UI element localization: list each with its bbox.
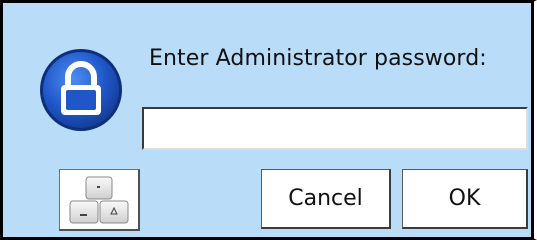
password-dialog: Enter Administrator password: Cancel OK [0, 0, 537, 240]
ok-button[interactable]: OK [402, 169, 528, 229]
keyboard-icon [60, 171, 138, 229]
cancel-button[interactable]: Cancel [261, 169, 391, 229]
virtual-keyboard-button[interactable] [59, 169, 140, 231]
password-input[interactable] [142, 107, 528, 150]
password-prompt: Enter Administrator password: [149, 46, 487, 71]
padlock-icon [38, 47, 124, 133]
